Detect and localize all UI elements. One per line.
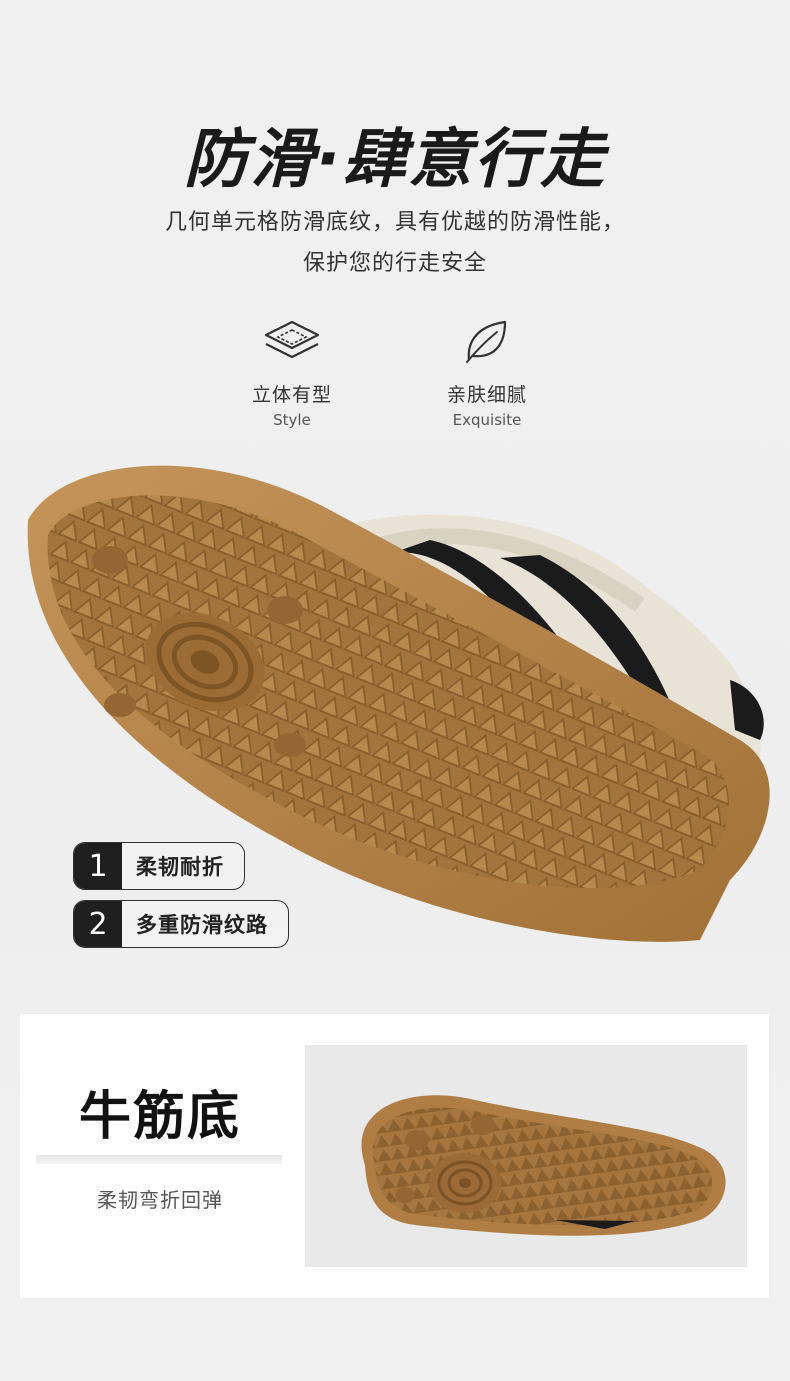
feature-style-label: 立体有型 [251,384,332,406]
divider [36,1155,282,1164]
tag-number: 2 [74,901,122,947]
tag-label: 柔韧耐折 [136,855,224,879]
layers-icon [264,320,320,359]
panel-title: 牛筋底 [78,1087,241,1147]
feature-exquisite: 亲肤细腻 Exquisite [407,318,567,429]
description-line-2: 保护您的行走安全 [302,251,487,276]
description-line-1: 几何单元格防滑底纹，具有优越的防滑性能， [164,210,625,235]
tag-number: 1 [74,843,122,889]
tag-label: 多重防滑纹路 [136,913,268,937]
feature-style-sublabel: Style [273,411,311,429]
feature-tag-2: 2 多重防滑纹路 [73,900,289,948]
page-title: 防滑·肆意行走 [183,123,607,197]
outsole-image [361,1095,726,1236]
feature-tag-1: 1 柔韧耐折 [73,842,245,890]
panel-subtitle: 柔韧弯折回弹 [97,1188,223,1212]
feature-exquisite-sublabel: Exquisite [452,411,522,429]
sole-info-panel: 牛筋底 柔韧弯折回弹 [20,1014,769,1298]
leaf-icon [466,320,507,363]
feature-style: 立体有型 Style [212,318,372,429]
shoe-sole-image [27,465,770,942]
product-detail-page: 防滑·肆意行走 几何单元格防滑底纹，具有优越的防滑性能， 保护您的行走安全 立体… [0,0,790,1381]
feature-exquisite-label: 亲肤细腻 [446,384,527,406]
sole-photo [305,1045,747,1267]
